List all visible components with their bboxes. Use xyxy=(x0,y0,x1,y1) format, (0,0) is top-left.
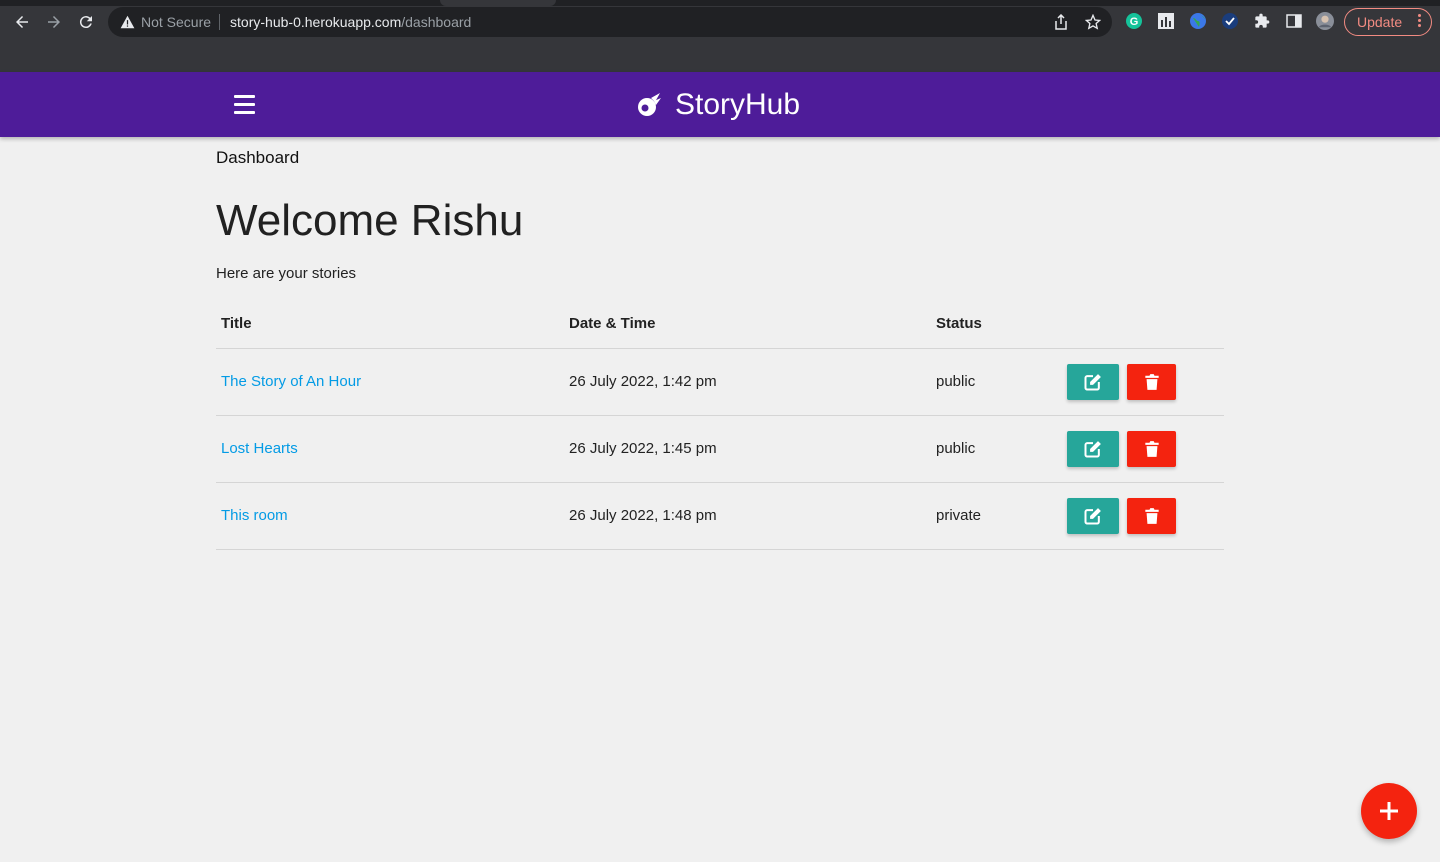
column-header-status: Status xyxy=(931,300,1062,349)
column-header-actions xyxy=(1062,300,1224,349)
forward-button[interactable] xyxy=(42,10,66,34)
plus-icon xyxy=(1380,802,1398,820)
story-status: private xyxy=(931,482,1062,550)
reading-list-icon[interactable] xyxy=(1285,12,1303,30)
page-title: Welcome Rishu xyxy=(216,196,524,245)
grammarly-extension-icon[interactable]: G xyxy=(1125,12,1143,30)
reload-button[interactable] xyxy=(74,10,98,34)
arrow-left-icon xyxy=(16,16,28,28)
reload-icon xyxy=(79,16,92,29)
edit-icon xyxy=(1084,373,1101,390)
globe-extension-icon[interactable] xyxy=(1189,12,1207,30)
kebab-menu-icon xyxy=(1418,14,1421,27)
edit-button[interactable] xyxy=(1067,497,1119,534)
address-bar[interactable]: Not Secure story-hub-0.herokuapp.com/das… xyxy=(108,7,1112,37)
delete-button[interactable] xyxy=(1127,497,1176,534)
story-status: public xyxy=(931,415,1062,483)
story-status: public xyxy=(931,348,1062,416)
edit-button[interactable] xyxy=(1067,363,1119,400)
warning-icon xyxy=(119,14,135,30)
table-header-row: Title Date & Time Status xyxy=(216,300,1224,349)
brand-name: StoryHub xyxy=(675,88,801,121)
table-row: Lost Hearts 26 July 2022, 1:45 pm public xyxy=(216,415,1224,483)
trash-icon xyxy=(1144,507,1159,524)
back-button[interactable] xyxy=(10,10,34,34)
comet-logo-icon xyxy=(638,93,661,116)
edit-icon xyxy=(1084,440,1101,457)
brand-link[interactable]: StoryHub xyxy=(636,86,800,124)
url-host[interactable]: story-hub-0.herokuapp.com xyxy=(230,14,401,30)
trash-icon xyxy=(1144,373,1159,390)
page-subtitle: Here are your stories xyxy=(216,265,357,282)
divider xyxy=(219,14,221,30)
table-row: This room 26 July 2022, 1:48 pm private xyxy=(216,482,1224,550)
story-title-link[interactable]: Lost Hearts xyxy=(221,440,298,457)
stories-table: Title Date & Time Status The Story of An… xyxy=(216,300,1224,550)
security-label[interactable]: Not Secure xyxy=(141,14,211,30)
edit-button[interactable] xyxy=(1067,430,1119,467)
update-label: Update xyxy=(1357,14,1403,30)
story-datetime: 26 July 2022, 1:45 pm xyxy=(564,415,931,483)
hamburger-menu-icon[interactable] xyxy=(234,95,255,115)
column-header-datetime: Date & Time xyxy=(564,300,931,349)
story-title-link[interactable]: This room xyxy=(221,507,288,524)
delete-button[interactable] xyxy=(1127,430,1176,467)
share-icon[interactable] xyxy=(1052,13,1070,31)
delete-button[interactable] xyxy=(1127,363,1176,400)
breadcrumb: Dashboard xyxy=(216,148,300,167)
arrow-right-icon xyxy=(48,16,60,28)
edit-icon xyxy=(1084,507,1101,524)
bookmark-star-icon[interactable] xyxy=(1084,13,1102,31)
url-path[interactable]: /dashboard xyxy=(401,14,471,30)
story-title-link[interactable]: The Story of An Hour xyxy=(221,373,361,390)
svg-text:G: G xyxy=(1130,16,1139,28)
add-story-button[interactable] xyxy=(1361,783,1417,839)
check-extension-icon[interactable] xyxy=(1221,12,1239,30)
profile-avatar[interactable] xyxy=(1316,12,1334,30)
column-header-title: Title xyxy=(216,300,564,349)
story-datetime: 26 July 2022, 1:48 pm xyxy=(564,482,931,550)
chart-extension-icon[interactable] xyxy=(1157,12,1175,30)
app-navbar: StoryHub xyxy=(0,72,1440,137)
table-row: The Story of An Hour 26 July 2022, 1:42 … xyxy=(216,348,1224,416)
story-datetime: 26 July 2022, 1:42 pm xyxy=(564,348,931,416)
browser-chrome: Not Secure story-hub-0.herokuapp.com/das… xyxy=(0,0,1440,72)
update-button[interactable]: Update xyxy=(1344,8,1432,36)
extensions-puzzle-icon[interactable] xyxy=(1253,12,1271,30)
trash-icon xyxy=(1144,440,1159,457)
tab-strip xyxy=(0,0,1440,6)
